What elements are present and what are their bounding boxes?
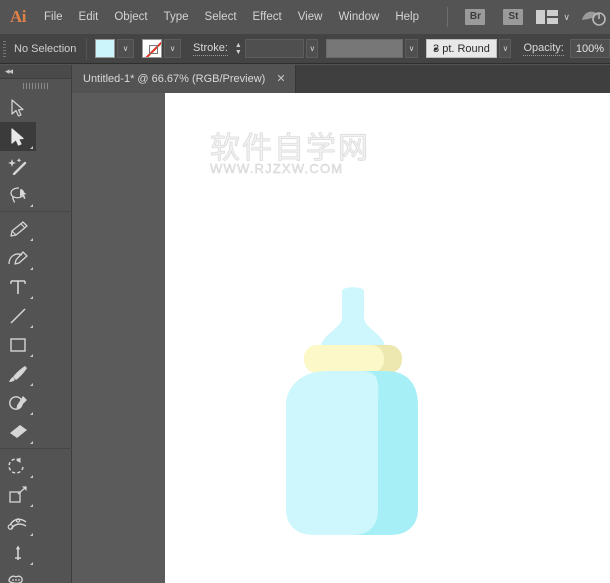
document-tab-bar: Untitled-1* @ 66.67% (RGB/Preview) ✕ xyxy=(0,65,610,93)
chevron-down-icon[interactable]: ∨ xyxy=(563,12,570,23)
selection-tool[interactable] xyxy=(0,93,36,122)
collapse-panel-icon[interactable]: ◂◂ xyxy=(5,67,12,76)
watermark-url-text: WWW.RJZXW.COM xyxy=(210,161,400,176)
rotate-tool[interactable] xyxy=(0,451,36,480)
control-bar-grip[interactable] xyxy=(0,34,10,64)
menu-object[interactable]: Object xyxy=(106,0,155,34)
artboard[interactable]: 软件自学网 WWW.RJZXW.COM xyxy=(165,93,610,583)
rectangle-tool[interactable] xyxy=(0,330,36,359)
watermark: 软件自学网 WWW.RJZXW.COM xyxy=(210,133,400,183)
menu-edit[interactable]: Edit xyxy=(71,0,107,34)
stroke-control-group: ∨ xyxy=(142,39,181,58)
stroke-weight-stepper[interactable]: ▲▼ xyxy=(234,39,243,58)
brush-definition-label: 3 pt. Round xyxy=(433,43,490,55)
menu-divider xyxy=(447,7,448,27)
tool-flyout-indicator xyxy=(30,238,33,241)
menu-help[interactable]: Help xyxy=(387,0,427,34)
tool-flyout-indicator xyxy=(30,383,33,386)
tool-flyout-indicator xyxy=(30,475,33,478)
paintbrush-tool[interactable] xyxy=(0,359,36,388)
tool-flyout-indicator xyxy=(30,354,33,357)
line-segment-tool[interactable] xyxy=(0,301,36,330)
stroke-label[interactable]: Stroke: xyxy=(193,42,228,56)
tool-flyout-indicator xyxy=(30,296,33,299)
baby-bottle-illustration[interactable] xyxy=(278,287,428,557)
free-transform-tool[interactable] xyxy=(0,538,36,567)
magic-wand-tool[interactable] xyxy=(0,151,36,180)
tool-flyout-indicator xyxy=(30,267,33,270)
bridge-button[interactable]: Br xyxy=(465,9,485,25)
menu-bar: Ai File Edit Object Type Select Effect V… xyxy=(0,0,610,34)
lasso-tool[interactable] xyxy=(0,180,36,209)
scale-tool[interactable] xyxy=(0,480,36,509)
tool-flyout-indicator xyxy=(30,533,33,536)
variable-width-profile-select[interactable] xyxy=(326,39,403,58)
selection-status-label: No Selection xyxy=(10,43,86,55)
tool-flyout-indicator xyxy=(30,504,33,507)
pen-tool[interactable] xyxy=(0,214,36,243)
opacity-input[interactable]: 100% xyxy=(570,39,610,58)
stock-button[interactable]: St xyxy=(503,9,523,25)
close-icon[interactable]: ✕ xyxy=(276,74,285,85)
tools-panel: ◂◂ xyxy=(0,65,72,583)
fill-dropdown-chevron-icon[interactable]: ∨ xyxy=(117,39,134,58)
illustrator-window: Ai File Edit Object Type Select Effect V… xyxy=(0,0,610,583)
tools-panel-header: ◂◂ xyxy=(0,65,71,79)
menu-bar-right-group: Br St ∨ xyxy=(439,0,610,34)
tool-divider xyxy=(0,448,72,449)
document-tab[interactable]: Untitled-1* @ 66.67% (RGB/Preview) ✕ xyxy=(72,65,296,93)
menu-window[interactable]: Window xyxy=(330,0,387,34)
workspace-switcher-icon[interactable] xyxy=(536,10,558,24)
control-bar: No Selection ∨ ∨ Stroke: ▲▼ ∨ ∨ 3 pt. Ro… xyxy=(0,34,610,64)
curvature-tool[interactable] xyxy=(0,243,36,272)
document-tab-title: Untitled-1* @ 66.67% (RGB/Preview) xyxy=(83,73,265,85)
fill-color-swatch[interactable] xyxy=(95,39,115,58)
menu-file[interactable]: File xyxy=(36,0,71,34)
shaper-tool[interactable] xyxy=(0,388,36,417)
tools-grid-drawing xyxy=(0,214,71,446)
tool-flyout-indicator xyxy=(30,325,33,328)
stroke-weight-input[interactable] xyxy=(245,39,304,58)
tool-flyout-indicator xyxy=(30,562,33,565)
menu-type[interactable]: Type xyxy=(156,0,197,34)
type-tool[interactable] xyxy=(0,272,36,301)
eraser-tool[interactable] xyxy=(0,417,36,446)
menu-view[interactable]: View xyxy=(290,0,331,34)
tool-flyout-indicator xyxy=(30,204,33,207)
menu-effect[interactable]: Effect xyxy=(245,0,290,34)
menu-select[interactable]: Select xyxy=(197,0,245,34)
creative-cloud-icon[interactable] xyxy=(580,7,606,27)
app-logo-icon: Ai xyxy=(0,0,36,34)
divider xyxy=(86,38,87,60)
watermark-chinese-text: 软件自学网 xyxy=(210,133,400,165)
shape-builder-tool[interactable] xyxy=(0,567,36,583)
tool-divider xyxy=(0,211,72,212)
brush-dot-icon xyxy=(434,47,437,50)
tools-grid-transform xyxy=(0,451,71,583)
tool-flyout-indicator xyxy=(30,412,33,415)
canvas-area[interactable]: 软件自学网 WWW.RJZXW.COM xyxy=(72,93,610,583)
stroke-weight-chevron-icon[interactable]: ∨ xyxy=(306,39,318,58)
direct-selection-tool[interactable] xyxy=(0,122,36,151)
stroke-dropdown-chevron-icon[interactable]: ∨ xyxy=(164,39,181,58)
fill-control-group: ∨ xyxy=(95,39,134,58)
stroke-color-swatch-none[interactable] xyxy=(142,39,162,58)
brush-definition-select[interactable]: 3 pt. Round xyxy=(426,39,498,58)
width-tool[interactable] xyxy=(0,509,36,538)
brush-definition-chevron-icon[interactable]: ∨ xyxy=(499,39,511,58)
tools-panel-drag-handle[interactable] xyxy=(0,79,71,93)
tools-grid-selection xyxy=(0,93,71,209)
tool-flyout-indicator xyxy=(30,146,33,149)
width-profile-chevron-icon[interactable]: ∨ xyxy=(405,39,417,58)
tool-flyout-indicator xyxy=(30,441,33,444)
opacity-label[interactable]: Opacity: xyxy=(523,42,563,56)
